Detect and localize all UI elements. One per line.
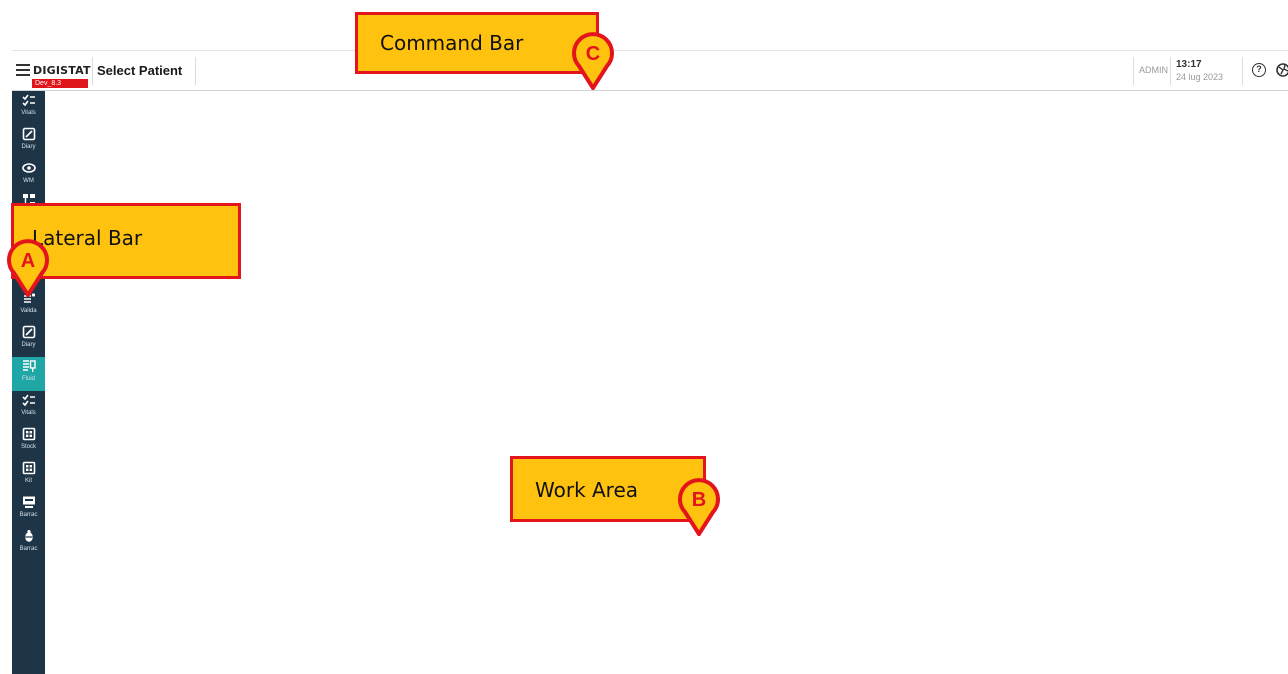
clock-date: 24 lug 2023 — [1176, 72, 1224, 82]
sidebar-item-diary[interactable]: Diary — [12, 323, 45, 357]
work-area — [45, 91, 1288, 674]
sidebar-item-label: WM — [23, 178, 34, 184]
pin-letter: B — [692, 489, 706, 511]
page-title[interactable]: Select Patient — [97, 63, 182, 78]
sidebar-item-label: Vitals — [21, 110, 36, 116]
sidebar-item-barrac[interactable]: Barrac — [12, 493, 45, 527]
sidebar-item-vitals[interactable]: Vitals — [12, 391, 45, 425]
sidebar-item-label: Vitals — [21, 410, 36, 416]
hamburger-menu-icon[interactable] — [16, 64, 30, 76]
edit-square-icon — [22, 127, 35, 141]
help-icon[interactable]: ? — [1252, 63, 1266, 77]
location-pin-icon: C — [572, 32, 614, 90]
sidebar-item-label: Barrac — [19, 546, 38, 552]
app-logo[interactable]: DIGISTAT — [33, 64, 91, 77]
divider — [1242, 57, 1243, 85]
sidebar-item-stock[interactable]: Stock — [12, 425, 45, 459]
bug-icon — [24, 530, 33, 542]
sidebar-item-label: Kit — [24, 478, 32, 484]
command-bar: DIGISTAT Dev_8.3 Select Patient ADMIN 13… — [12, 50, 1288, 91]
clock-time: 13:17 — [1176, 59, 1202, 70]
location-pin-icon: B — [678, 478, 720, 536]
pin-letter: C — [586, 43, 600, 65]
globe-icon[interactable] — [1276, 63, 1288, 77]
divider — [92, 57, 93, 85]
checklist-icon — [21, 394, 35, 407]
lateral-bar: Vitals Diary WM Valida Diary Fluid Vital… — [12, 91, 45, 674]
sidebar-item-vitals[interactable]: Vitals — [12, 91, 45, 125]
sidebar-item-label: Stock — [20, 444, 36, 450]
sidebar-item-wm[interactable]: WM — [12, 159, 45, 193]
divider — [1133, 57, 1134, 85]
sidebar-item-label: Diary — [21, 342, 36, 348]
sidebar-item-label: Diary — [21, 144, 36, 150]
grid-box-icon — [22, 427, 35, 441]
location-pin-icon: A — [7, 239, 49, 297]
sidebar-item-fluid[interactable]: Fluid — [12, 357, 45, 391]
callout-label: Command Bar — [380, 31, 524, 55]
eye-icon — [21, 163, 36, 173]
divider — [1170, 57, 1171, 85]
callout-label: Work Area — [535, 478, 639, 502]
sidebar-item-label: Barrac — [19, 512, 38, 518]
grid-box-icon — [22, 461, 35, 475]
sidebar-item-barrac[interactable]: Barrac — [12, 527, 45, 561]
fluid-balance-icon — [22, 360, 36, 372]
sidebar-item-kit[interactable]: Kit — [12, 459, 45, 493]
sidebar-item-diary[interactable]: Diary — [12, 125, 45, 159]
pin-letter: A — [21, 250, 35, 272]
monitor-icon — [22, 496, 35, 508]
checklist-icon — [21, 94, 35, 107]
user-name[interactable]: ADMIN — [1139, 65, 1168, 75]
version-badge: Dev_8.3 — [32, 79, 88, 88]
divider — [195, 57, 196, 85]
command-bar-callout: Command Bar — [355, 12, 599, 74]
sidebar-item-label: Fluid — [21, 376, 35, 382]
sidebar-item-label: Valida — [20, 308, 37, 314]
edit-square-icon — [22, 325, 35, 339]
